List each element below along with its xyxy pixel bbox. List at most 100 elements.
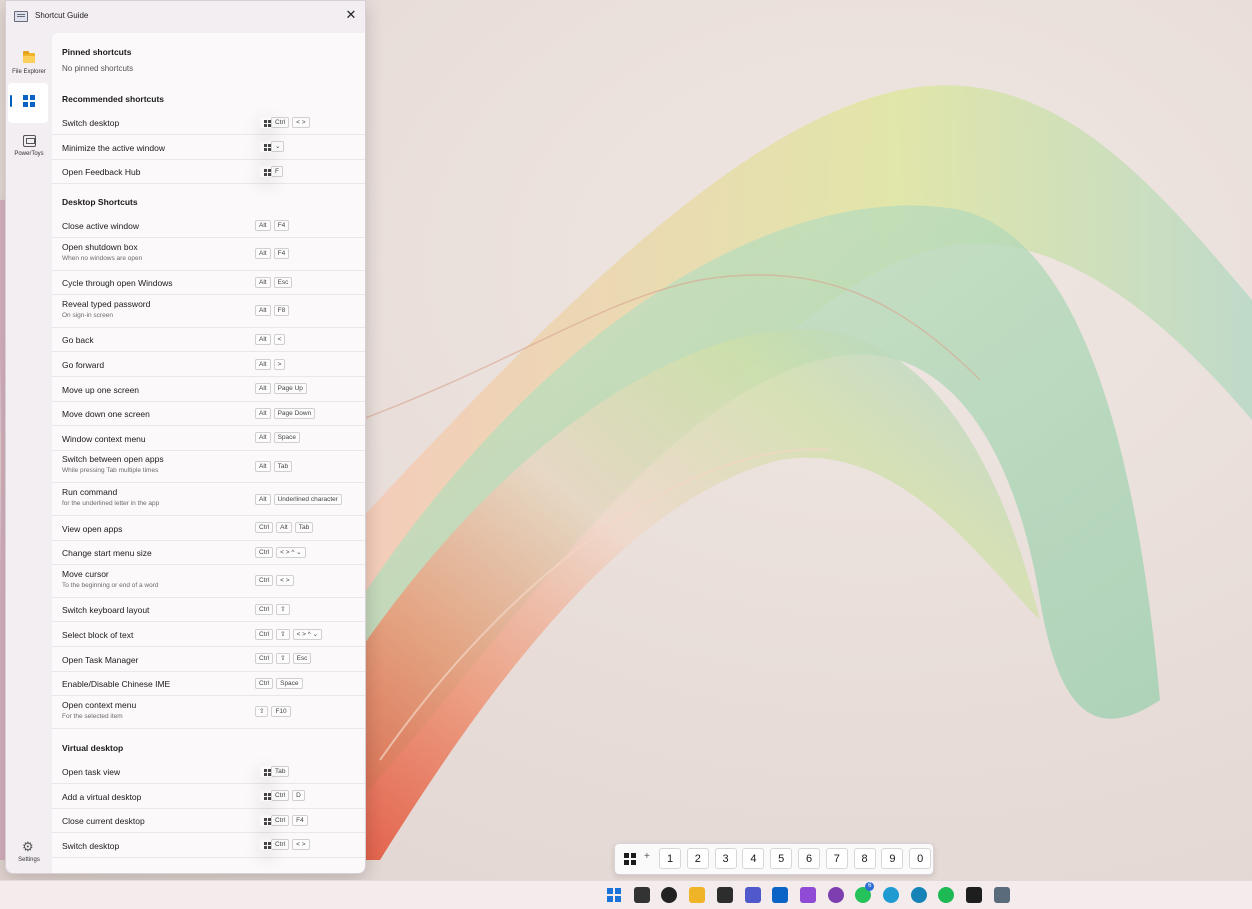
key-cap: Ctrl bbox=[255, 603, 274, 615]
shortcut-row[interactable]: Move up one screen Alt Page Up bbox=[52, 377, 365, 402]
key-cap: Space bbox=[276, 677, 303, 689]
key-cap: Alt bbox=[255, 383, 271, 395]
shortcut-name: Close current desktop bbox=[62, 816, 145, 827]
key-cap: Alt bbox=[255, 276, 271, 288]
key-cap: Ctrl bbox=[255, 522, 274, 534]
sidebar-item-powertoys[interactable]: PowerToys bbox=[6, 125, 52, 165]
desktop-number-key[interactable]: 8 bbox=[853, 848, 876, 869]
chatgpt-icon[interactable] bbox=[661, 887, 678, 903]
shortcut-row[interactable]: Switch desktop Ctrl < > bbox=[52, 833, 365, 858]
key-cap: Space bbox=[273, 432, 301, 444]
spotify-icon[interactable] bbox=[938, 887, 955, 903]
outlook-icon[interactable] bbox=[772, 887, 789, 903]
key-combination: Alt > bbox=[255, 358, 286, 370]
desktop-number-key[interactable]: 4 bbox=[742, 848, 765, 869]
key-cap: ⌄ bbox=[271, 141, 285, 153]
shortcut-row[interactable]: Open task view Tab bbox=[52, 759, 365, 784]
windows-key-icon bbox=[624, 853, 636, 865]
terminal-icon[interactable] bbox=[716, 887, 733, 903]
taskbar: 6 bbox=[0, 880, 1252, 909]
shortcut-row[interactable]: Move cursor To the beginning or end of a … bbox=[52, 565, 365, 598]
key-combination: Alt F4 bbox=[255, 219, 290, 231]
desktop-number-key[interactable]: 0 bbox=[909, 848, 932, 869]
shortcut-description: for the underlined letter in the app bbox=[62, 500, 160, 507]
shortcut-row[interactable]: Open Feedback Hub F bbox=[52, 159, 365, 185]
shortcut-row[interactable]: Change start menu size Ctrl < > ^ ⌄ bbox=[52, 540, 365, 566]
desktop-number-key[interactable]: 6 bbox=[798, 848, 820, 869]
whatsapp-icon[interactable]: 6 bbox=[855, 882, 875, 903]
key-combination: ⌄ bbox=[255, 141, 285, 153]
edge-dev-icon[interactable] bbox=[910, 887, 927, 903]
powertoys-icon bbox=[23, 135, 36, 147]
edge-icon[interactable] bbox=[883, 887, 899, 903]
shortcut-list[interactable]: Pinned shortcuts No pinned shortcuts Rec… bbox=[52, 33, 365, 873]
windows-key-icon bbox=[260, 766, 273, 777]
key-cap: F8 bbox=[273, 305, 290, 317]
desktop-number-key[interactable]: 7 bbox=[825, 848, 848, 869]
shortcut-row[interactable]: Minimize the active window ⌄ bbox=[52, 135, 365, 160]
shortcut-description: On sign-in screen bbox=[62, 311, 113, 319]
teams-icon[interactable] bbox=[744, 887, 761, 903]
key-combination: Alt Space bbox=[255, 432, 301, 444]
shortcut-row[interactable]: Go back Alt < bbox=[52, 327, 365, 353]
settings-icon[interactable] bbox=[993, 887, 1010, 903]
section-title-pinned: Pinned shortcuts bbox=[62, 47, 132, 57]
figma-icon[interactable] bbox=[966, 887, 983, 903]
desktop-number-key[interactable]: 1 bbox=[659, 848, 681, 869]
key-cap: ⇧ bbox=[276, 628, 290, 640]
key-combination: Tab bbox=[255, 765, 290, 777]
key-cap: Alt bbox=[255, 248, 271, 260]
sidebar-item-file-explorer[interactable]: File Explorer bbox=[6, 43, 52, 83]
desktop-number-key[interactable]: 3 bbox=[714, 848, 737, 869]
shortcut-row[interactable]: Close active window Alt F4 bbox=[52, 213, 365, 238]
shortcut-row[interactable]: Open context menu For the selected item ⇧ F… bbox=[52, 696, 365, 729]
shortcut-row[interactable]: Reveal typed password On sign-in screen Al… bbox=[52, 295, 365, 328]
shortcut-row[interactable]: Close current desktop Ctrl F4 bbox=[52, 808, 365, 834]
sidebar-item-settings[interactable]: ⚙ Settings bbox=[6, 831, 52, 871]
file-explorer-icon[interactable] bbox=[689, 887, 706, 903]
sidebar-item-label: File Explorer bbox=[12, 69, 46, 75]
shortcut-row[interactable]: Go forward Alt > bbox=[52, 352, 365, 377]
shortcut-guide-window: Shortcut Guide ✕ File Explorer PowerToys… bbox=[5, 0, 366, 874]
key-cap: Alt bbox=[255, 407, 271, 419]
desktop-number-key[interactable]: 9 bbox=[881, 848, 904, 869]
shortcut-row[interactable]: Add a virtual desktop Ctrl D bbox=[52, 784, 365, 809]
shortcut-row[interactable]: Move down one screen Alt Page Down bbox=[52, 401, 365, 427]
key-cap: > bbox=[273, 358, 286, 370]
key-cap: Alt bbox=[276, 522, 292, 534]
key-cap: Alt bbox=[255, 219, 271, 231]
shortcut-row[interactable]: Switch between open apps While pressing T… bbox=[52, 450, 365, 484]
shortcut-row[interactable]: Cycle through open Windows Alt Esc bbox=[52, 270, 365, 296]
shortcut-row[interactable]: Enable/Disable Chinese IME Ctrl Space bbox=[52, 671, 365, 697]
task-view-icon[interactable] bbox=[633, 887, 650, 903]
shortcut-row[interactable]: Open Task Manager Ctrl ⇧ Esc bbox=[52, 647, 365, 672]
shortcut-name: Move cursor bbox=[62, 568, 109, 579]
folder-icon bbox=[23, 51, 35, 63]
key-combination: Alt Esc bbox=[255, 276, 293, 288]
shortcut-row[interactable]: Switch desktop Ctrl < > bbox=[52, 110, 365, 135]
shortcut-name: Minimize the active window bbox=[62, 142, 165, 153]
key-cap: Ctrl bbox=[255, 546, 274, 558]
shortcut-row[interactable]: Select block of text Ctrl ⇧ < > ^ ⌄ bbox=[52, 622, 365, 647]
key-cap: Tab bbox=[294, 522, 314, 534]
sidebar-item-windows[interactable] bbox=[8, 83, 48, 123]
windows-key-icon bbox=[260, 166, 273, 177]
shortcut-row[interactable]: View open apps Ctrl Alt Tab bbox=[52, 516, 365, 541]
key-cap: Alt bbox=[255, 333, 271, 345]
github-desktop-icon[interactable] bbox=[827, 887, 844, 903]
desktop-number-key[interactable]: 2 bbox=[686, 848, 709, 869]
start-icon[interactable] bbox=[606, 887, 622, 903]
close-icon[interactable]: ✕ bbox=[340, 5, 362, 25]
shortcut-row[interactable]: Switch keyboard layout Ctrl ⇧ bbox=[52, 597, 365, 623]
key-combination: F bbox=[255, 165, 283, 177]
visual-studio-icon[interactable] bbox=[799, 887, 816, 903]
shortcut-description: While pressing Tab multiple times bbox=[62, 467, 159, 475]
desktop-number-key[interactable]: 5 bbox=[770, 848, 793, 869]
shortcut-row[interactable]: Window context menu Alt Space bbox=[52, 426, 365, 451]
shortcut-row[interactable]: Run command for the underlined letter in … bbox=[52, 483, 365, 516]
key-combination: ⇧ F10 bbox=[255, 706, 291, 718]
key-cap: ⇧ bbox=[255, 706, 269, 718]
key-combination: Ctrl F4 bbox=[255, 814, 308, 826]
gear-icon: ⚙ bbox=[22, 839, 34, 854]
shortcut-row[interactable]: Open shutdown box When no windows are ope… bbox=[52, 238, 365, 271]
